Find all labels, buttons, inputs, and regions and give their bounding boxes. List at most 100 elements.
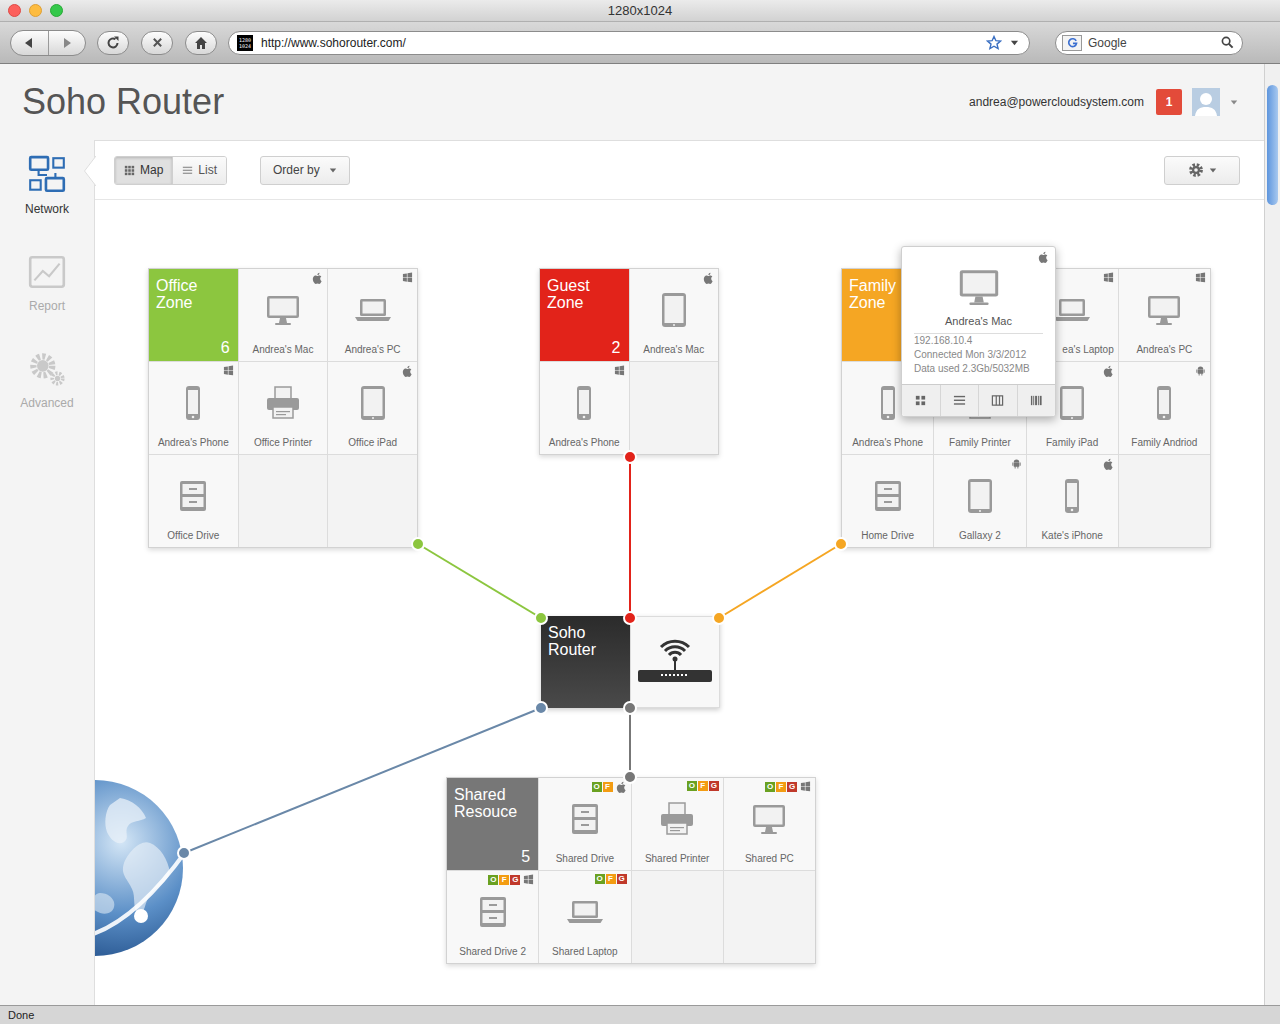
phone-icon: [1052, 476, 1092, 516]
device-tile[interactable]: Office Printer: [239, 362, 328, 454]
zone-header[interactable]: Shared Resouce5: [447, 778, 538, 870]
access-tag: O: [765, 782, 775, 792]
order-by-dropdown[interactable]: Order by: [260, 156, 350, 185]
device-tile[interactable]: Home Drive: [842, 455, 933, 547]
device-tile[interactable]: Andrea's Phone: [540, 362, 629, 454]
windows-icon: [402, 272, 413, 283]
device-badges: OFG: [595, 874, 627, 884]
back-button[interactable]: [11, 31, 49, 55]
drive-icon: [173, 476, 213, 516]
device-label: Andrea's PC: [1119, 344, 1210, 356]
sidebar-item[interactable]: Advanced: [0, 342, 94, 439]
device-tile[interactable]: Office Drive: [149, 455, 238, 547]
access-tag: G: [510, 875, 520, 885]
device-tile[interactable]: OFG Shared PC: [724, 778, 815, 870]
apple-icon: [616, 781, 627, 793]
tooltip-detail: 192.168.10.4: [914, 334, 1043, 348]
windows-icon: [614, 365, 625, 376]
device-tile[interactable]: Andrea's Mac: [630, 269, 719, 361]
minimize-button[interactable]: [29, 4, 42, 17]
device-tile[interactable]: Andrea's PC: [1119, 269, 1210, 361]
router-icon: [635, 637, 715, 687]
sidebar-item[interactable]: Report: [0, 245, 94, 342]
tooltip-action-button[interactable]: [902, 385, 941, 416]
device-badges: [400, 365, 413, 377]
device-label: Office Printer: [239, 437, 328, 449]
apple-icon: [703, 272, 714, 284]
reload-button[interactable]: [97, 31, 129, 55]
tooltip-action-button[interactable]: [1018, 385, 1056, 416]
device-tile[interactable]: Office iPad: [328, 362, 417, 454]
search-engine-icon[interactable]: [1062, 35, 1082, 51]
device-label: Andrea's Phone: [540, 437, 629, 449]
device-label: Andrea's PC: [328, 344, 417, 356]
device-badges: [612, 365, 625, 376]
sidebar-item[interactable]: Network: [0, 148, 94, 245]
device-tile[interactable]: Andrea's PC: [328, 269, 417, 361]
windows-icon: [223, 365, 234, 376]
access-tag: G: [787, 782, 797, 792]
stop-button[interactable]: [141, 31, 173, 55]
back-icon: [23, 37, 35, 49]
device-tile[interactable]: Andrea's Phone: [149, 362, 238, 454]
advanced-gears-icon: [26, 348, 68, 390]
empty-tile: [632, 871, 723, 963]
device-tile[interactable]: OFShared Drive: [539, 778, 630, 870]
url-field[interactable]: 12801024 http://www.sohorouter.com/: [228, 31, 1030, 55]
sidebar-label: Network: [25, 200, 69, 218]
forward-button[interactable]: [49, 31, 86, 55]
access-tag: O: [592, 782, 602, 792]
device-tile[interactable]: OFGShared Printer: [632, 778, 723, 870]
home-button[interactable]: [185, 31, 217, 55]
device-badges: [1101, 365, 1114, 377]
device-tile[interactable]: OFGShared Drive 2: [447, 871, 538, 963]
empty-tile: [239, 455, 328, 547]
device-badges: OFG: [765, 781, 811, 792]
zone: Office Zone6Andrea's MacAndrea's PC Andre…: [148, 268, 418, 548]
search-field[interactable]: [1055, 31, 1243, 55]
dropdown-caret-icon[interactable]: [1010, 38, 1019, 47]
tooltip-action-button[interactable]: [941, 385, 980, 416]
view-toggle-button[interactable]: List: [172, 157, 226, 184]
device-tile[interactable]: OFG Shared Laptop: [539, 871, 630, 963]
access-tag: O: [595, 874, 605, 884]
router[interactable]: Soho Router: [541, 616, 720, 708]
scrollbar[interactable]: [1264, 64, 1280, 1005]
device-badges: [701, 272, 714, 284]
network-icon: [26, 154, 68, 196]
device-label: Andrea's Phone: [149, 437, 238, 449]
view-toggle: MapList: [114, 156, 227, 185]
phone-icon: [564, 383, 604, 423]
settings-button[interactable]: [1164, 156, 1240, 185]
view-toggle-button[interactable]: Map: [115, 157, 172, 184]
notification-badge[interactable]: 1: [1156, 89, 1182, 115]
scrollbar-thumb[interactable]: [1267, 85, 1278, 205]
empty-tile: [1119, 455, 1210, 547]
search-input[interactable]: [1088, 34, 1215, 52]
windows-icon: [1103, 272, 1114, 283]
device-tile[interactable]: Kate's iPhone: [1027, 455, 1118, 547]
device-tile[interactable]: Family Andriod: [1119, 362, 1210, 454]
device-label: Shared Laptop: [539, 946, 630, 958]
device-tile[interactable]: Gallaxy 2: [934, 455, 1025, 547]
user-menu-caret-icon[interactable]: [1230, 98, 1238, 106]
zone-header[interactable]: Office Zone6: [149, 269, 238, 361]
device-badges: OFG: [687, 781, 719, 791]
user-email[interactable]: andrea@powercloudsystem.com: [969, 93, 1144, 111]
window-title: 1280x1024: [608, 1, 672, 21]
zoom-button[interactable]: [50, 4, 63, 17]
device-tile[interactable]: Andrea's Mac: [239, 269, 328, 361]
device-label: Shared PC: [724, 853, 815, 865]
home-icon: [194, 36, 208, 50]
device-label: Office iPad: [328, 437, 417, 449]
close-button[interactable]: [8, 4, 21, 17]
android-icon: [1195, 365, 1206, 376]
tooltip-action-button[interactable]: [979, 385, 1018, 416]
avatar[interactable]: [1192, 88, 1220, 116]
network-map: Office Zone6Andrea's MacAndrea's PCAndre…: [95, 200, 1264, 1005]
zone-header[interactable]: Guest Zone2: [540, 269, 629, 361]
internet-globe-icon[interactable]: [95, 773, 190, 973]
bookmark-star-icon[interactable]: [986, 35, 1002, 51]
caret-icon: [1209, 166, 1217, 174]
magnifier-icon[interactable]: [1221, 36, 1234, 49]
